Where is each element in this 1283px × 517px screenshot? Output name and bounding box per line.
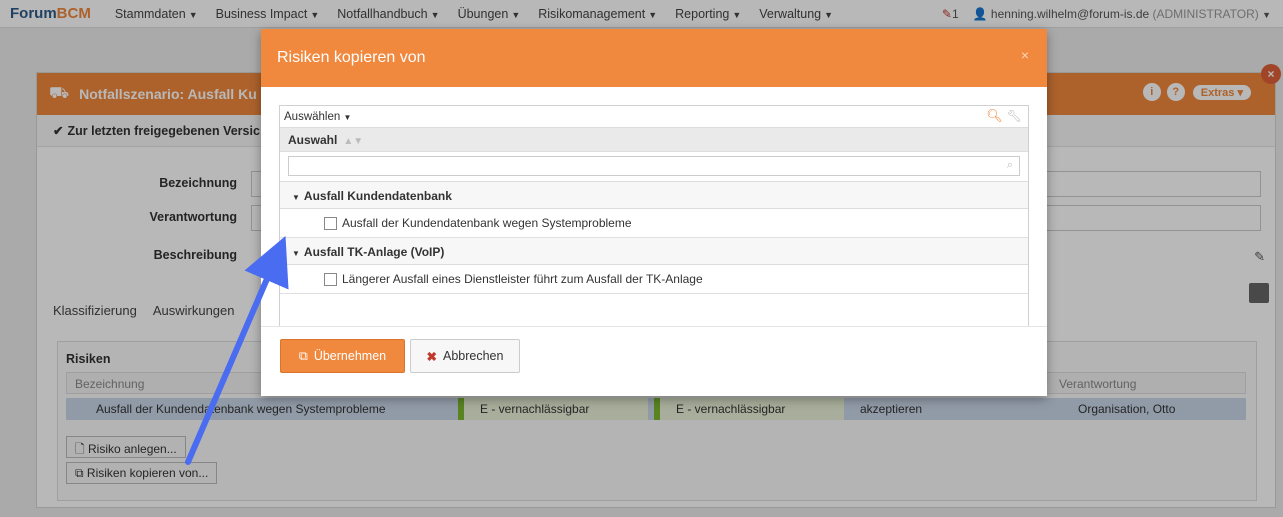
annotation-arrow [185, 235, 289, 465]
